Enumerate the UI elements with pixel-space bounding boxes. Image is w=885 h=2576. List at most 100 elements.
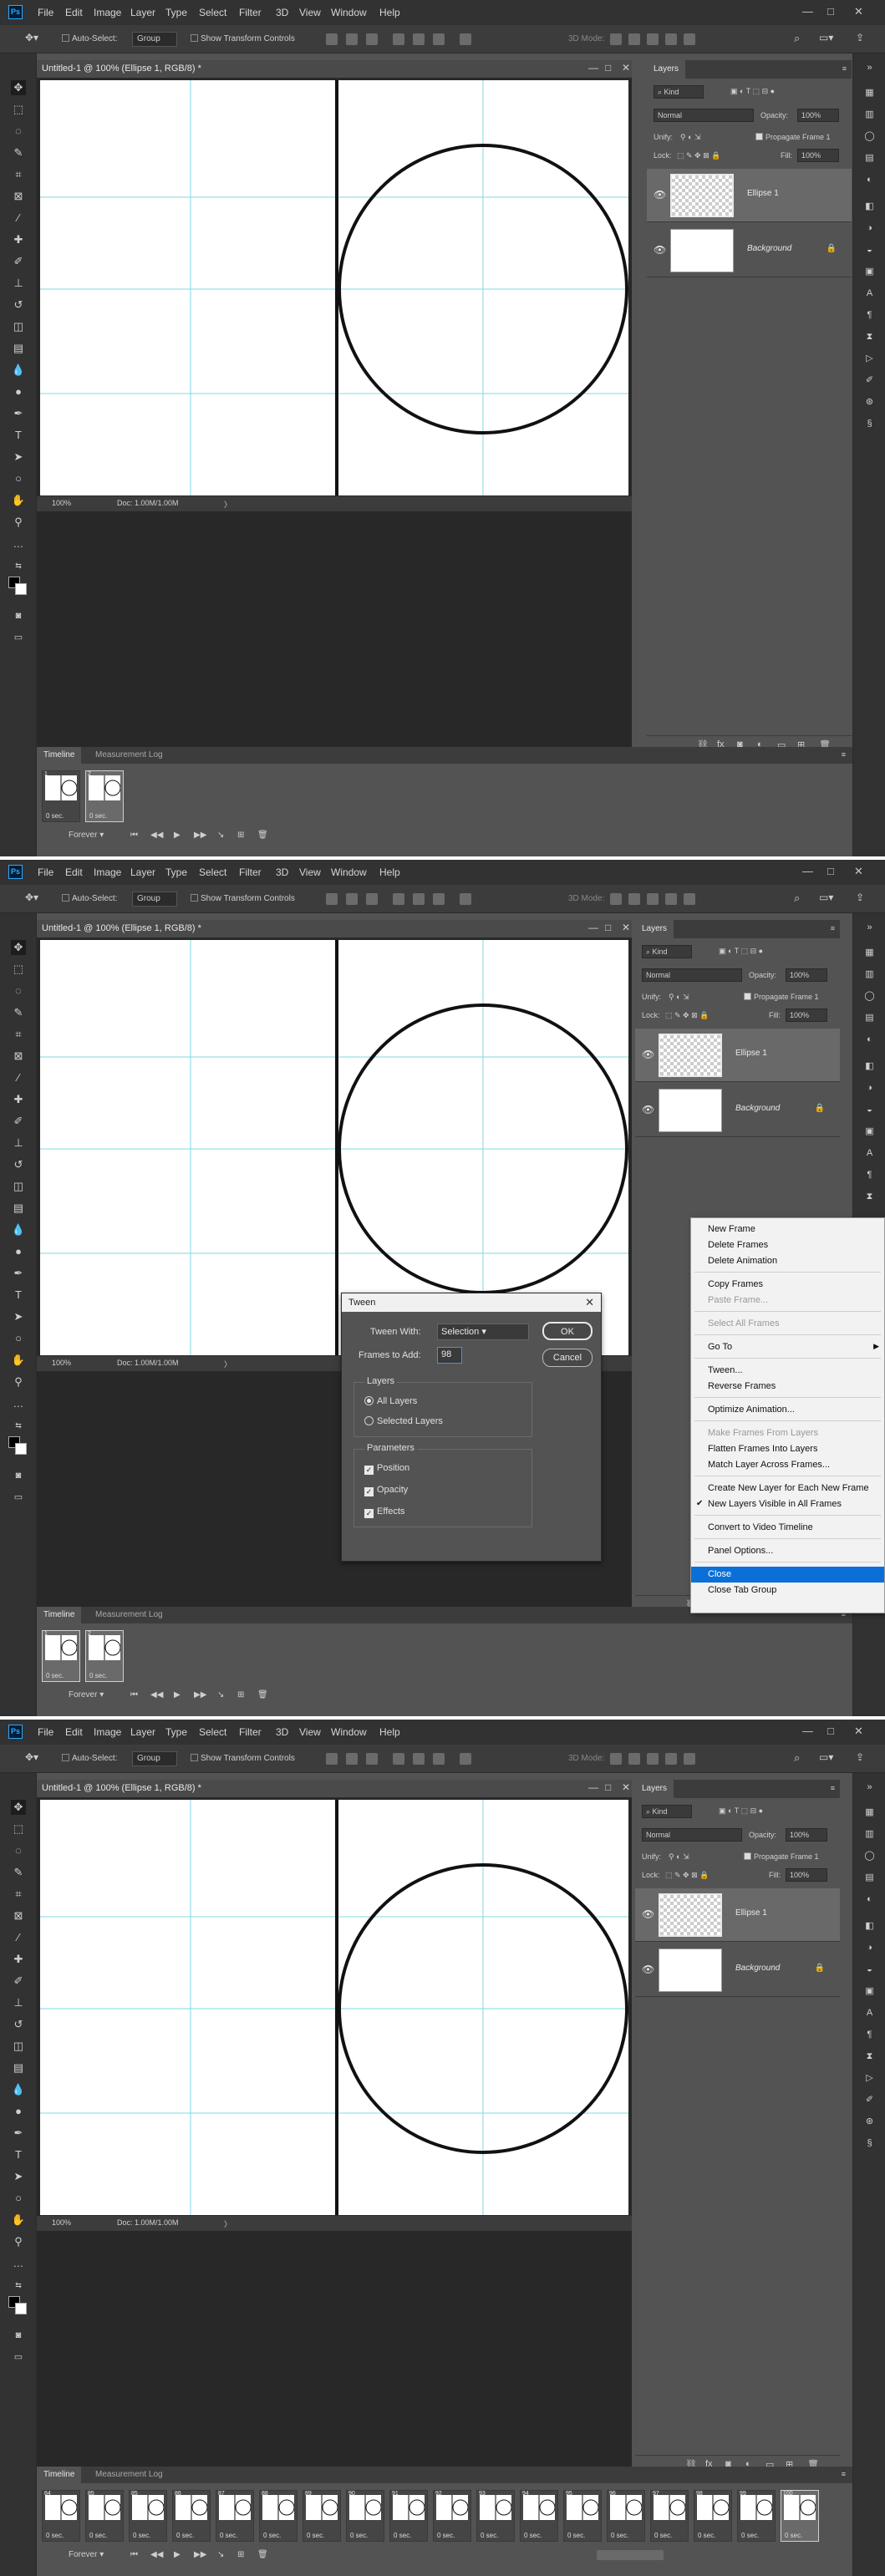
paths-panel-icon[interactable]: ◒ [863, 244, 876, 257]
actions-panel-icon[interactable]: ▷ [863, 353, 876, 365]
menu-new-frame[interactable]: New Frame [691, 1222, 884, 1237]
group-select[interactable]: Group [132, 1751, 177, 1766]
doc-info-arrow-icon[interactable]: 〉 [224, 1359, 231, 1369]
opacity-checkbox[interactable]: ✓ Opacity [364, 1485, 408, 1496]
unify-icons[interactable]: ⚲ ◐ ⇲ [669, 993, 689, 1002]
menu-view[interactable]: View [299, 1726, 321, 1738]
frame-delay[interactable]: 0 sec. [437, 2532, 455, 2539]
frame-delay[interactable]: 0 sec. [176, 2532, 194, 2539]
search-icon[interactable]: ⌕ [794, 32, 800, 45]
workspace-icon[interactable]: ▭▾ [819, 1751, 833, 1763]
quick-mask-icon[interactable]: ◙ [11, 608, 26, 623]
eye-icon[interactable]: 👁 [654, 244, 666, 256]
menu-layer[interactable]: Layer [130, 866, 155, 878]
clone-source-panel-icon[interactable]: ⊛ [863, 2116, 876, 2128]
layers-tab[interactable]: Layers [635, 1780, 674, 1798]
fill-input[interactable]: 100% [786, 1868, 827, 1882]
quick-select-tool-icon[interactable]: ✎ [11, 1005, 26, 1020]
doc-info-arrow-icon[interactable]: 〉 [224, 2218, 231, 2229]
doc-maximize-icon[interactable]: □ [605, 1781, 611, 1793]
eraser-tool-icon[interactable]: ◫ [11, 319, 26, 334]
menu-filter[interactable]: Filter [239, 7, 262, 18]
paragraph-panel-icon[interactable]: ¶ [863, 1169, 876, 1181]
show-transform-checkbox[interactable]: Show Transform Controls [191, 34, 295, 43]
brushes-panel-icon[interactable]: ✐ [863, 374, 876, 387]
layer-ellipse-1[interactable]: 👁 Ellipse 1 [635, 1029, 840, 1082]
maximize-icon[interactable]: □ [827, 865, 834, 877]
3d-scale-icon[interactable] [684, 1753, 695, 1765]
delete-frame-icon[interactable]: 🗑 [257, 1690, 268, 1700]
type-tool-icon[interactable]: T [11, 1288, 26, 1303]
duplicate-frame-icon[interactable]: ⊞ [237, 2550, 244, 2559]
timeline-frame[interactable]: 1 0 sec. [42, 770, 80, 822]
menu-filter[interactable]: Filter [239, 866, 262, 878]
cancel-button[interactable]: Cancel [542, 1349, 593, 1367]
doc-minimize-icon[interactable]: — [588, 1781, 598, 1793]
properties-panel-icon[interactable]: ▣ [863, 1125, 876, 1138]
eye-icon[interactable]: 👁 [642, 1104, 654, 1115]
timeline-frame[interactable]: 85 0 sec. [129, 2490, 167, 2542]
menu-filter[interactable]: Filter [239, 1726, 262, 1738]
shape-tool-icon[interactable]: ○ [11, 2191, 26, 2206]
timeline-frame[interactable]: 97 0 sec. [650, 2490, 689, 2542]
hand-tool-icon[interactable]: ✋ [11, 493, 26, 508]
background-color-swatch[interactable] [15, 1443, 27, 1455]
eraser-tool-icon[interactable]: ◫ [11, 1179, 26, 1194]
paragraph-panel-icon[interactable]: ¶ [863, 2029, 876, 2041]
3d-roll-icon[interactable] [628, 33, 640, 45]
menu-3d[interactable]: 3D [276, 1726, 288, 1738]
healing-tool-icon[interactable]: ✚ [11, 1952, 26, 1967]
menu-reverse-frames[interactable]: Reverse Frames [691, 1379, 884, 1395]
frame-delay[interactable]: 0 sec. [263, 2532, 281, 2539]
timeline-frame[interactable]: 93 0 sec. [476, 2490, 515, 2542]
move-tool-icon[interactable]: ✥ [11, 80, 26, 95]
frame-delay[interactable]: 0 sec. [350, 2532, 368, 2539]
eye-icon[interactable]: 👁 [642, 1049, 654, 1060]
frame-delay[interactable]: 0 sec. [611, 2532, 628, 2539]
background-color-swatch[interactable] [15, 583, 27, 595]
align-right-icon[interactable] [366, 893, 378, 905]
frame-delay[interactable]: 0 sec. [89, 812, 107, 820]
menu-image[interactable]: Image [94, 866, 121, 878]
blend-mode-select[interactable]: Normal [642, 1828, 742, 1842]
first-frame-icon[interactable]: ⏮ [130, 1690, 138, 1700]
canvas[interactable] [40, 80, 628, 495]
timeline-frame[interactable]: 98 0 sec. [694, 2490, 732, 2542]
color-panel-icon[interactable]: ▦ [863, 1806, 876, 1819]
brush-tool-icon[interactable]: ✐ [11, 1114, 26, 1129]
background-color-swatch[interactable] [15, 2303, 27, 2314]
menu-type[interactable]: Type [165, 866, 187, 878]
tab-measurement-log[interactable]: Measurement Log [89, 1607, 170, 1623]
stamp-tool-icon[interactable]: ⊥ [11, 276, 26, 291]
3d-slide-icon[interactable] [665, 1753, 677, 1765]
learn-panel-icon[interactable]: ◯ [863, 990, 876, 1003]
dodge-tool-icon[interactable]: ● [11, 384, 26, 399]
layer-ellipse-1[interactable]: 👁 Ellipse 1 [635, 1888, 840, 1942]
menu-select-all-frames[interactable]: Select All Frames [691, 1316, 884, 1332]
lasso-tool-icon[interactable]: ◌ [11, 124, 26, 139]
position-checkbox[interactable]: ✓ Position [364, 1463, 409, 1475]
align-left-icon[interactable] [326, 1753, 338, 1765]
color-panel-icon[interactable]: ▦ [863, 947, 876, 959]
timeline-frame[interactable]: 100 0 sec. [781, 2490, 819, 2542]
align-top-icon[interactable] [393, 1753, 404, 1765]
history-panel-icon[interactable]: ⧗ [863, 2050, 876, 2063]
layer-background[interactable]: 👁 Background 🔒 [635, 1084, 840, 1137]
layer-background[interactable]: 👁 Background 🔒 [635, 1943, 840, 1997]
channels-panel-icon[interactable]: ◑ [863, 1082, 876, 1095]
align-left-icon[interactable] [326, 893, 338, 905]
glyphs-panel-icon[interactable]: § [863, 2137, 876, 2150]
3d-scale-icon[interactable] [684, 33, 695, 45]
doc-info[interactable]: Doc: 1.00M/1.00M [117, 1359, 179, 1367]
swap-colors-icon[interactable]: ⇆ [11, 1418, 26, 1433]
workspace-icon[interactable]: ▭▾ [819, 892, 833, 903]
menu-window[interactable]: Window [331, 1726, 367, 1738]
swatches-panel-icon[interactable]: ▥ [863, 109, 876, 121]
menu-edit[interactable]: Edit [65, 7, 83, 18]
timeline-frame[interactable]: 85 0 sec. [85, 2490, 124, 2542]
history-panel-icon[interactable]: ⧗ [863, 1191, 876, 1203]
channels-panel-icon[interactable]: ◑ [863, 1942, 876, 1954]
next-frame-icon[interactable]: ▶▶ [194, 2550, 206, 2559]
all-layers-radio[interactable]: All Layers [364, 1396, 417, 1406]
menu-help[interactable]: Help [379, 7, 400, 18]
